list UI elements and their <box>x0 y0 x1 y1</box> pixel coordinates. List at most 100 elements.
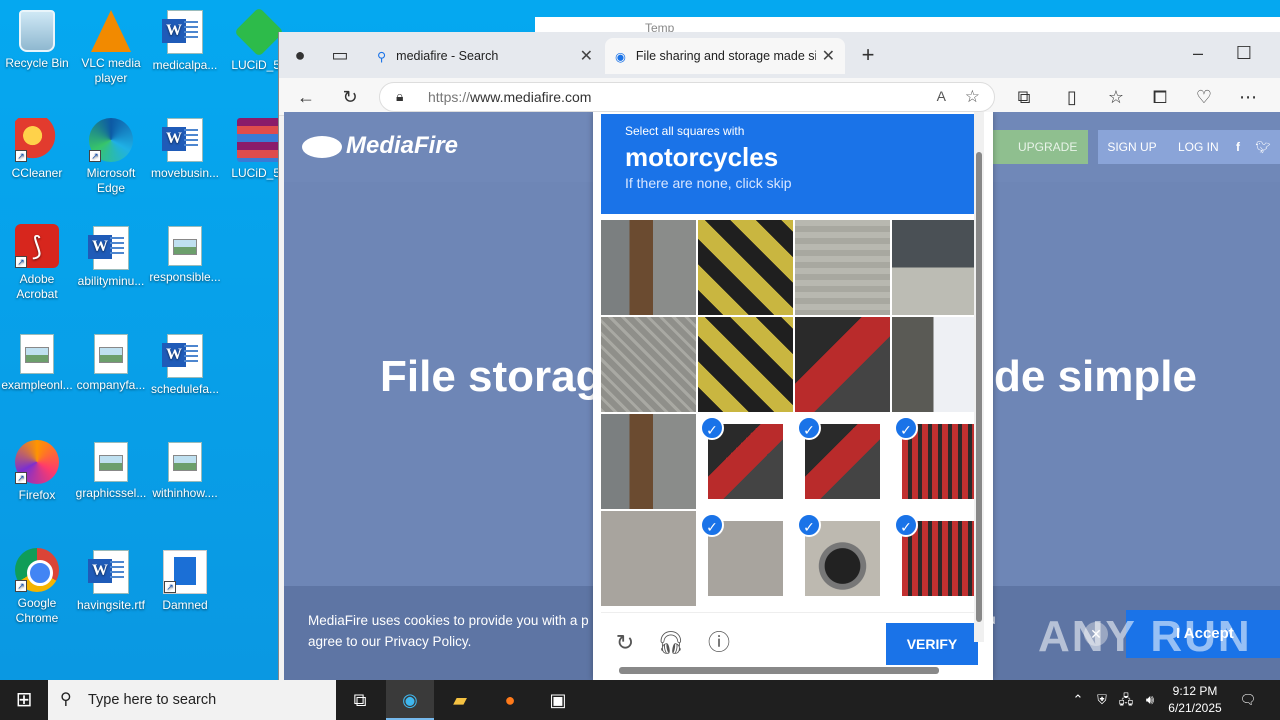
volume-icon[interactable]: 🔊︎ <box>1140 680 1160 720</box>
captcha-tile-14[interactable]: ✓ <box>698 511 793 606</box>
checkmark-icon: ✓ <box>700 513 724 537</box>
captcha-tile-2[interactable] <box>698 220 793 315</box>
companyfa-file[interactable]: companyfa... <box>74 334 148 393</box>
taskbar-app-icon[interactable]: ▣ <box>534 680 582 720</box>
captcha-tile-5[interactable] <box>601 317 696 412</box>
favorites-icon[interactable]: ☆ <box>1103 84 1129 110</box>
adobe-acrobat-shortcut[interactable]: ⟆ ↗ Adobe Acrobat <box>0 224 74 302</box>
abilityminu-file[interactable]: W abilityminu... <box>74 226 148 289</box>
sign-up-button[interactable]: SIGN UP <box>1098 130 1166 164</box>
audio-challenge-icon[interactable]: 🎧︎ <box>657 629 685 657</box>
firefox-shortcut[interactable]: ↗ Firefox <box>0 440 74 503</box>
show-hidden-icons[interactable]: ⌃ <box>1068 680 1088 720</box>
extensions-icon[interactable]: ⧉ <box>1011 84 1037 110</box>
word-document-icon: W <box>88 550 129 594</box>
recycle-bin-icon[interactable]: Recycle Bin <box>0 10 74 71</box>
desktop-icon-label: companyfa... <box>76 378 146 392</box>
info-icon[interactable]: ⓘ <box>705 629 733 657</box>
tab-search[interactable]: ⚲ mediafire - Search ✕ <box>367 38 603 74</box>
ccleaner-shortcut[interactable]: ↗ CCleaner <box>0 118 74 181</box>
desktop-icon-label: schedulefa... <box>150 382 220 396</box>
withinhow-file[interactable]: withinhow.... <box>148 442 222 501</box>
search-placeholder: Type here to search <box>88 692 217 708</box>
task-view-icon[interactable]: ⧉ <box>336 680 384 720</box>
ccleaner-icon: ↗ <box>15 118 59 162</box>
edge-shortcut[interactable]: ↗ Microsoft Edge <box>74 118 148 196</box>
tab-bar: ● ▭ ⚲ mediafire - Search ✕ ◉ File sharin… <box>279 32 1280 78</box>
taskbar-firefox-icon[interactable]: ● <box>486 680 534 720</box>
desktop-icon-label: Firefox <box>18 488 56 502</box>
mediafire-logo[interactable]: MediaFire <box>346 132 458 160</box>
taskbar-search-box[interactable]: ⚲ Type here to search <box>48 680 336 720</box>
vlc-shortcut[interactable]: VLC media player <box>74 10 148 86</box>
profile-icon[interactable]: ● <box>287 42 313 68</box>
close-tab-icon[interactable]: ✕ <box>580 46 593 66</box>
maximize-icon[interactable]: ☐ <box>1231 40 1257 66</box>
graphicssel-file[interactable]: graphicssel... <box>74 442 148 501</box>
captcha-tile-1[interactable] <box>601 220 696 315</box>
more-options-icon[interactable]: ⋯ <box>1235 84 1261 110</box>
desktop-icon-label: Adobe Acrobat <box>16 272 58 301</box>
collections-icon[interactable]: ⧠ <box>1147 84 1173 110</box>
captcha-tile-12[interactable]: ✓ <box>892 414 984 509</box>
taskbar-edge-icon[interactable]: ◉ <box>386 680 434 720</box>
acrobat-icon: ⟆ ↗ <box>15 224 59 268</box>
notifications-icon[interactable]: 🗨︎ <box>1236 680 1260 720</box>
refresh-icon[interactable]: ↻ <box>337 84 363 110</box>
medicalpa-file[interactable]: W medicalpa... <box>148 10 222 73</box>
reload-icon[interactable]: ↻ <box>611 629 639 657</box>
browser-essentials-icon[interactable]: ♡ <box>1191 84 1217 110</box>
windows-start-icon[interactable]: ⊞ <box>0 680 48 720</box>
vlc-icon <box>91 10 131 52</box>
damned-shortcut[interactable]: ↗ Damned <box>148 550 222 613</box>
hero-title-right: de simple <box>994 352 1197 401</box>
facebook-icon[interactable]: f <box>1236 140 1240 154</box>
file-explorer-icon[interactable]: ▰ <box>436 680 484 720</box>
captcha-instruction: Select all squares with <box>625 124 745 138</box>
network-icon[interactable]: 🖧︎ <box>1116 680 1136 720</box>
captcha-tile-3[interactable] <box>795 220 890 315</box>
new-tab-button[interactable]: + <box>855 42 881 68</box>
read-aloud-icon[interactable]: A <box>937 88 946 104</box>
split-screen-icon[interactable]: ▯ <box>1059 84 1085 110</box>
address-bar[interactable]: 🔒︎ https:// www.mediafire.com A ☆ <box>379 82 995 112</box>
word-document-icon: W <box>88 226 129 270</box>
captcha-tile-13[interactable] <box>601 511 696 606</box>
lock-icon: 🔒︎ <box>396 88 404 104</box>
desktop-icon-label: abilityminu... <box>77 274 145 288</box>
captcha-tile-16[interactable]: ✓ <box>892 511 984 606</box>
verify-button[interactable]: VERIFY <box>886 623 978 665</box>
captcha-tile-6[interactable] <box>698 317 793 412</box>
google-chrome-shortcut[interactable]: ↗ Google Chrome <box>0 548 74 626</box>
captcha-vertical-scrollbar[interactable] <box>974 112 984 642</box>
checkmark-icon: ✓ <box>797 513 821 537</box>
schedulefa-file[interactable]: W schedulefa... <box>148 334 222 397</box>
exampleonl-file[interactable]: exampleonl... <box>0 334 74 393</box>
favorite-star-icon[interactable]: ☆ <box>965 87 980 107</box>
horizontal-scrollbar[interactable] <box>601 664 969 676</box>
hero-title-left: File storag <box>380 352 603 401</box>
twitter-icon[interactable]: 🐦︎ <box>1255 140 1270 154</box>
log-in-button[interactable]: LOG IN f 🐦︎ <box>1166 130 1280 164</box>
responsible-file[interactable]: responsible... <box>148 226 222 285</box>
captcha-tile-11[interactable]: ✓ <box>795 414 890 509</box>
back-icon[interactable]: ← <box>293 84 319 110</box>
word-document-icon: W <box>162 334 203 378</box>
movebusin-file[interactable]: W movebusin... <box>148 118 222 181</box>
upgrade-button[interactable]: UPGRADE <box>984 130 1088 164</box>
tab-mediafire[interactable]: ◉ File sharing and storage made sir ✕ <box>605 38 845 74</box>
captcha-tile-7[interactable] <box>795 317 890 412</box>
security-icon[interactable]: ⛨ <box>1092 680 1112 720</box>
close-tab-icon[interactable]: ✕ <box>822 46 835 66</box>
captcha-tile-8[interactable] <box>892 317 984 412</box>
cookie-text: MediaFire uses cookies to provide you wi… <box>308 613 589 649</box>
system-clock[interactable]: 9:12 PM 6/21/2025 <box>1160 683 1230 717</box>
captcha-tile-9[interactable] <box>601 414 696 509</box>
captcha-tile-15[interactable]: ✓ <box>795 511 890 606</box>
captcha-challenge: Select all squares with motorcycles If t… <box>593 112 993 680</box>
captcha-tile-4[interactable] <box>892 220 984 315</box>
havingsite-file[interactable]: W havingsite.rtf <box>74 550 148 613</box>
minimize-icon[interactable]: – <box>1185 40 1211 66</box>
tab-actions-icon[interactable]: ▭ <box>327 42 353 68</box>
captcha-tile-10[interactable]: ✓ <box>698 414 793 509</box>
